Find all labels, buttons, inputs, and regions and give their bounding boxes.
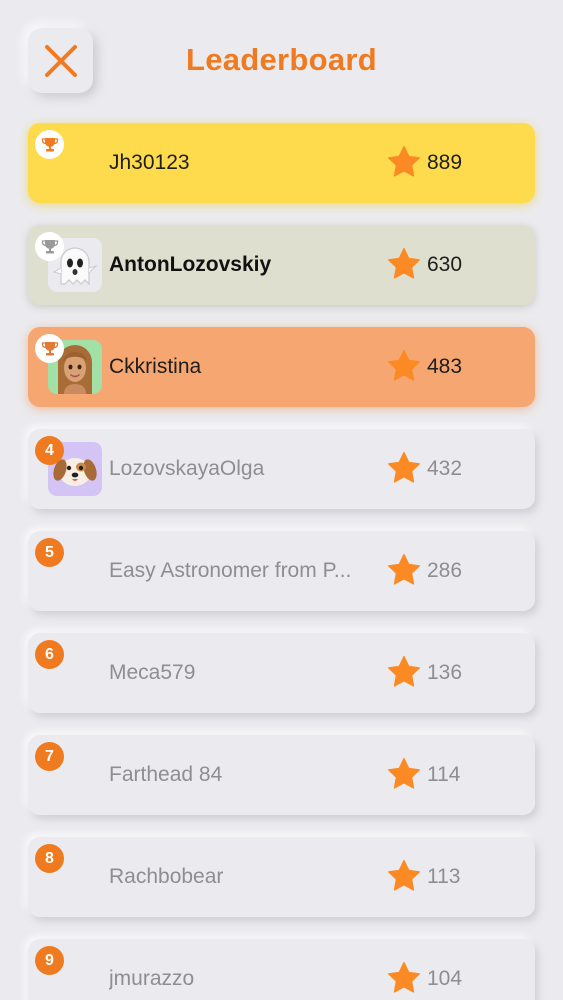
star-icon	[387, 349, 421, 381]
player-name: Ckkristina	[109, 355, 202, 378]
star-icon	[387, 859, 421, 891]
rank-badge: 8	[35, 844, 64, 873]
player-score: 114	[427, 763, 461, 786]
player-score: 113	[427, 865, 461, 888]
leaderboard-screen: Leaderboard Jh30123 889 AntonLozovskiy 6…	[0, 0, 563, 1000]
player-score: 286	[427, 559, 463, 582]
page-title: Leaderboard	[185, 42, 378, 77]
leaderboard-row[interactable]: 8 Rachbobear 113	[28, 837, 535, 917]
trophy-icon	[35, 130, 64, 159]
star-icon	[387, 757, 421, 789]
leaderboard-list[interactable]: Jh30123 889 AntonLozovskiy 630 Ckkristin…	[28, 123, 535, 1000]
leaderboard-row[interactable]: 6 Meca579 136	[28, 633, 535, 713]
header: Leaderboard	[0, 0, 563, 110]
rank-badge: 7	[35, 742, 64, 771]
player-score: 104	[427, 967, 463, 990]
leaderboard-row[interactable]: 9 jmurazzo 104	[28, 939, 535, 1000]
rank-badge: 9	[35, 946, 64, 975]
leaderboard-row[interactable]: 5 Easy Astronomer from P... 286	[28, 531, 535, 611]
star-icon	[387, 553, 421, 585]
player-name: Rachbobear	[109, 865, 224, 888]
player-name: Easy Astronomer from P...	[109, 559, 352, 582]
player-name: jmurazzo	[109, 967, 195, 990]
player-name: Farthead 84	[109, 763, 223, 786]
leaderboard-row[interactable]: Jh30123 889	[28, 123, 535, 203]
star-icon	[387, 961, 421, 993]
star-icon	[387, 655, 421, 687]
trophy-icon	[35, 334, 64, 363]
player-name: LozovskayaOlga	[109, 457, 265, 480]
star-icon	[387, 145, 421, 177]
star-icon	[387, 451, 421, 483]
player-name: AntonLozovskiy	[109, 253, 272, 276]
rank-badge: 6	[35, 640, 64, 669]
leaderboard-row[interactable]: 7 Farthead 84 114	[28, 735, 535, 815]
leaderboard-row[interactable]: Ckkristina 483	[28, 327, 535, 407]
player-score: 432	[427, 457, 463, 480]
player-score: 136	[427, 661, 463, 684]
star-icon	[387, 247, 421, 279]
player-name: Meca579	[109, 661, 196, 684]
trophy-icon	[35, 232, 64, 261]
player-name: Jh30123	[109, 151, 190, 174]
leaderboard-row[interactable]: AntonLozovskiy 630	[28, 225, 535, 305]
rank-badge: 4	[35, 436, 64, 465]
player-score: 630	[427, 253, 463, 276]
player-score: 483	[427, 355, 463, 378]
leaderboard-row[interactable]: 4 LozovskayaOlga 432	[28, 429, 535, 509]
player-score: 889	[427, 151, 463, 174]
rank-badge: 5	[35, 538, 64, 567]
